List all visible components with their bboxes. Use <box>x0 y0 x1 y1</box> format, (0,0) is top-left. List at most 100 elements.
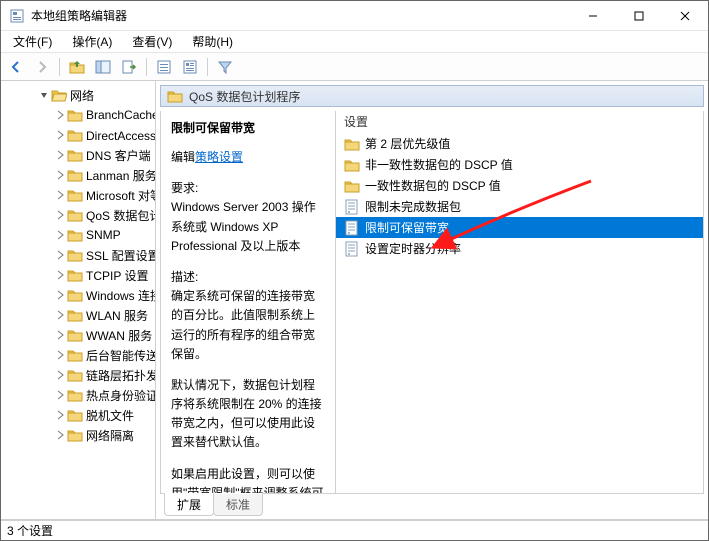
menu-help[interactable]: 帮助(H) <box>184 31 241 52</box>
chevron-right-icon[interactable] <box>53 188 67 202</box>
folder-icon <box>344 157 360 173</box>
folder-icon <box>67 327 83 343</box>
chevron-right-icon[interactable] <box>53 128 67 142</box>
refresh-button[interactable] <box>153 56 175 78</box>
edit-prefix: 编辑 <box>171 150 195 164</box>
chevron-right-icon[interactable] <box>53 168 67 182</box>
settings-column-header[interactable]: 设置 <box>336 111 703 133</box>
tree-item[interactable]: WLAN 服务 <box>1 305 155 325</box>
tree-item-label: Microsoft 对等网络服务 <box>86 187 155 204</box>
folder-icon <box>67 287 83 303</box>
minimize-button[interactable] <box>570 1 616 30</box>
chevron-down-icon[interactable] <box>37 88 51 102</box>
description-p2: 默认情况下，数据包计划程序将系统限制在 20% 的连接带宽之内，但可以使用此设置… <box>171 376 325 453</box>
tree-item[interactable]: 网络隔离 <box>1 425 155 445</box>
chevron-right-icon[interactable] <box>53 228 67 242</box>
folder-icon <box>67 207 83 223</box>
tree-item[interactable]: 脱机文件 <box>1 405 155 425</box>
folder-icon <box>67 307 83 323</box>
chevron-right-icon[interactable] <box>53 288 67 302</box>
folder-icon <box>67 227 83 243</box>
tree-item[interactable]: WWAN 服务 <box>1 325 155 345</box>
chevron-right-icon[interactable] <box>53 348 67 362</box>
chevron-right-icon[interactable] <box>53 368 67 382</box>
tree-pane[interactable]: 网络 BranchCacheDirectAccess 客户端DNS 客户端Lan… <box>1 81 156 519</box>
folder-icon <box>67 127 83 143</box>
tree-item-label: Windows 连接管理器 <box>86 287 155 304</box>
requirements-label: 要求: <box>171 179 325 198</box>
tree-item[interactable]: SSL 配置设置 <box>1 245 155 265</box>
tree-item[interactable]: BranchCache <box>1 105 155 125</box>
description-pane: 限制可保留带宽 编辑策略设置 要求: Windows Server 2003 操… <box>161 111 336 493</box>
tree-item[interactable]: TCPIP 设置 <box>1 265 155 285</box>
chevron-right-icon[interactable] <box>53 108 67 122</box>
folder-icon <box>67 167 83 183</box>
tree-item[interactable]: SNMP <box>1 225 155 245</box>
folder-icon <box>67 347 83 363</box>
setting-title: 限制可保留带宽 <box>171 119 325 136</box>
tree-item-label: SNMP <box>86 228 121 242</box>
chevron-right-icon[interactable] <box>53 268 67 282</box>
setting-row[interactable]: 第 2 层优先级值 <box>336 133 703 154</box>
chevron-right-icon[interactable] <box>53 248 67 262</box>
menu-view[interactable]: 查看(V) <box>124 31 180 52</box>
tree-item[interactable]: DirectAccess 客户端 <box>1 125 155 145</box>
tabs-bar: 扩展 标准 <box>160 493 704 515</box>
forward-button[interactable] <box>31 56 53 78</box>
tree-item[interactable]: Lanman 服务器 <box>1 165 155 185</box>
description-p1: 确定系统可保留的连接带宽的百分比。此值限制系统上运行的所有程序的组合带宽保留。 <box>171 287 325 364</box>
properties-button[interactable] <box>179 56 201 78</box>
folder-open-icon <box>51 87 67 103</box>
setting-row[interactable]: 非一致性数据包的 DSCP 值 <box>336 154 703 175</box>
chevron-right-icon[interactable] <box>53 388 67 402</box>
tree-item[interactable]: Windows 连接管理器 <box>1 285 155 305</box>
setting-row[interactable]: 设置定时器分辨率 <box>336 238 703 259</box>
tab-extended[interactable]: 扩展 <box>164 493 214 516</box>
tree-item-label: 网络隔离 <box>86 427 134 444</box>
chevron-right-icon[interactable] <box>53 408 67 422</box>
window-title: 本地组策略编辑器 <box>31 7 570 24</box>
tree-item[interactable]: DNS 客户端 <box>1 145 155 165</box>
tab-standard[interactable]: 标准 <box>213 493 263 516</box>
chevron-right-icon[interactable] <box>53 308 67 322</box>
menu-action[interactable]: 操作(A) <box>64 31 120 52</box>
chevron-right-icon[interactable] <box>53 328 67 342</box>
tree-root[interactable]: 网络 <box>1 85 155 105</box>
close-button[interactable] <box>662 1 708 30</box>
export-button[interactable] <box>118 56 140 78</box>
settings-pane[interactable]: 设置 第 2 层优先级值非一致性数据包的 DSCP 值一致性数据包的 DSCP … <box>336 111 703 493</box>
folder-icon <box>167 88 183 104</box>
filter-button[interactable] <box>214 56 236 78</box>
tree-item[interactable]: QoS 数据包计划程序 <box>1 205 155 225</box>
app-icon <box>9 8 25 24</box>
titlebar: 本地组策略编辑器 <box>1 1 708 31</box>
chevron-right-icon[interactable] <box>53 428 67 442</box>
tree-item-label: SSL 配置设置 <box>86 247 155 264</box>
tree-item-label: 后台智能传送服务(BITS) <box>86 347 155 364</box>
tree-item[interactable]: 热点身份验证 <box>1 385 155 405</box>
up-button[interactable] <box>66 56 88 78</box>
menubar: 文件(F) 操作(A) 查看(V) 帮助(H) <box>1 31 708 53</box>
toolbar <box>1 53 708 81</box>
chevron-right-icon[interactable] <box>53 148 67 162</box>
folder-icon <box>67 367 83 383</box>
folder-icon <box>67 247 83 263</box>
menu-file[interactable]: 文件(F) <box>5 31 60 52</box>
setting-row[interactable]: 限制可保留带宽 <box>336 217 703 238</box>
show-hide-tree-button[interactable] <box>92 56 114 78</box>
tree-item[interactable]: 链路层拓扑发现 <box>1 365 155 385</box>
chevron-right-icon[interactable] <box>53 208 67 222</box>
description-label: 描述: <box>171 268 325 287</box>
folder-icon <box>344 178 360 194</box>
setting-row[interactable]: 一致性数据包的 DSCP 值 <box>336 175 703 196</box>
maximize-button[interactable] <box>616 1 662 30</box>
tree-item[interactable]: 后台智能传送服务(BITS) <box>1 345 155 365</box>
tree-item[interactable]: Microsoft 对等网络服务 <box>1 185 155 205</box>
setting-row[interactable]: 限制未完成数据包 <box>336 196 703 217</box>
tree-item-label: TCPIP 设置 <box>86 267 148 284</box>
edit-policy-link[interactable]: 策略设置 <box>195 150 243 164</box>
back-button[interactable] <box>5 56 27 78</box>
setting-label: 设置定时器分辨率 <box>365 240 461 257</box>
tree-item-label: 脱机文件 <box>86 407 134 424</box>
tree-root-label: 网络 <box>70 87 94 104</box>
